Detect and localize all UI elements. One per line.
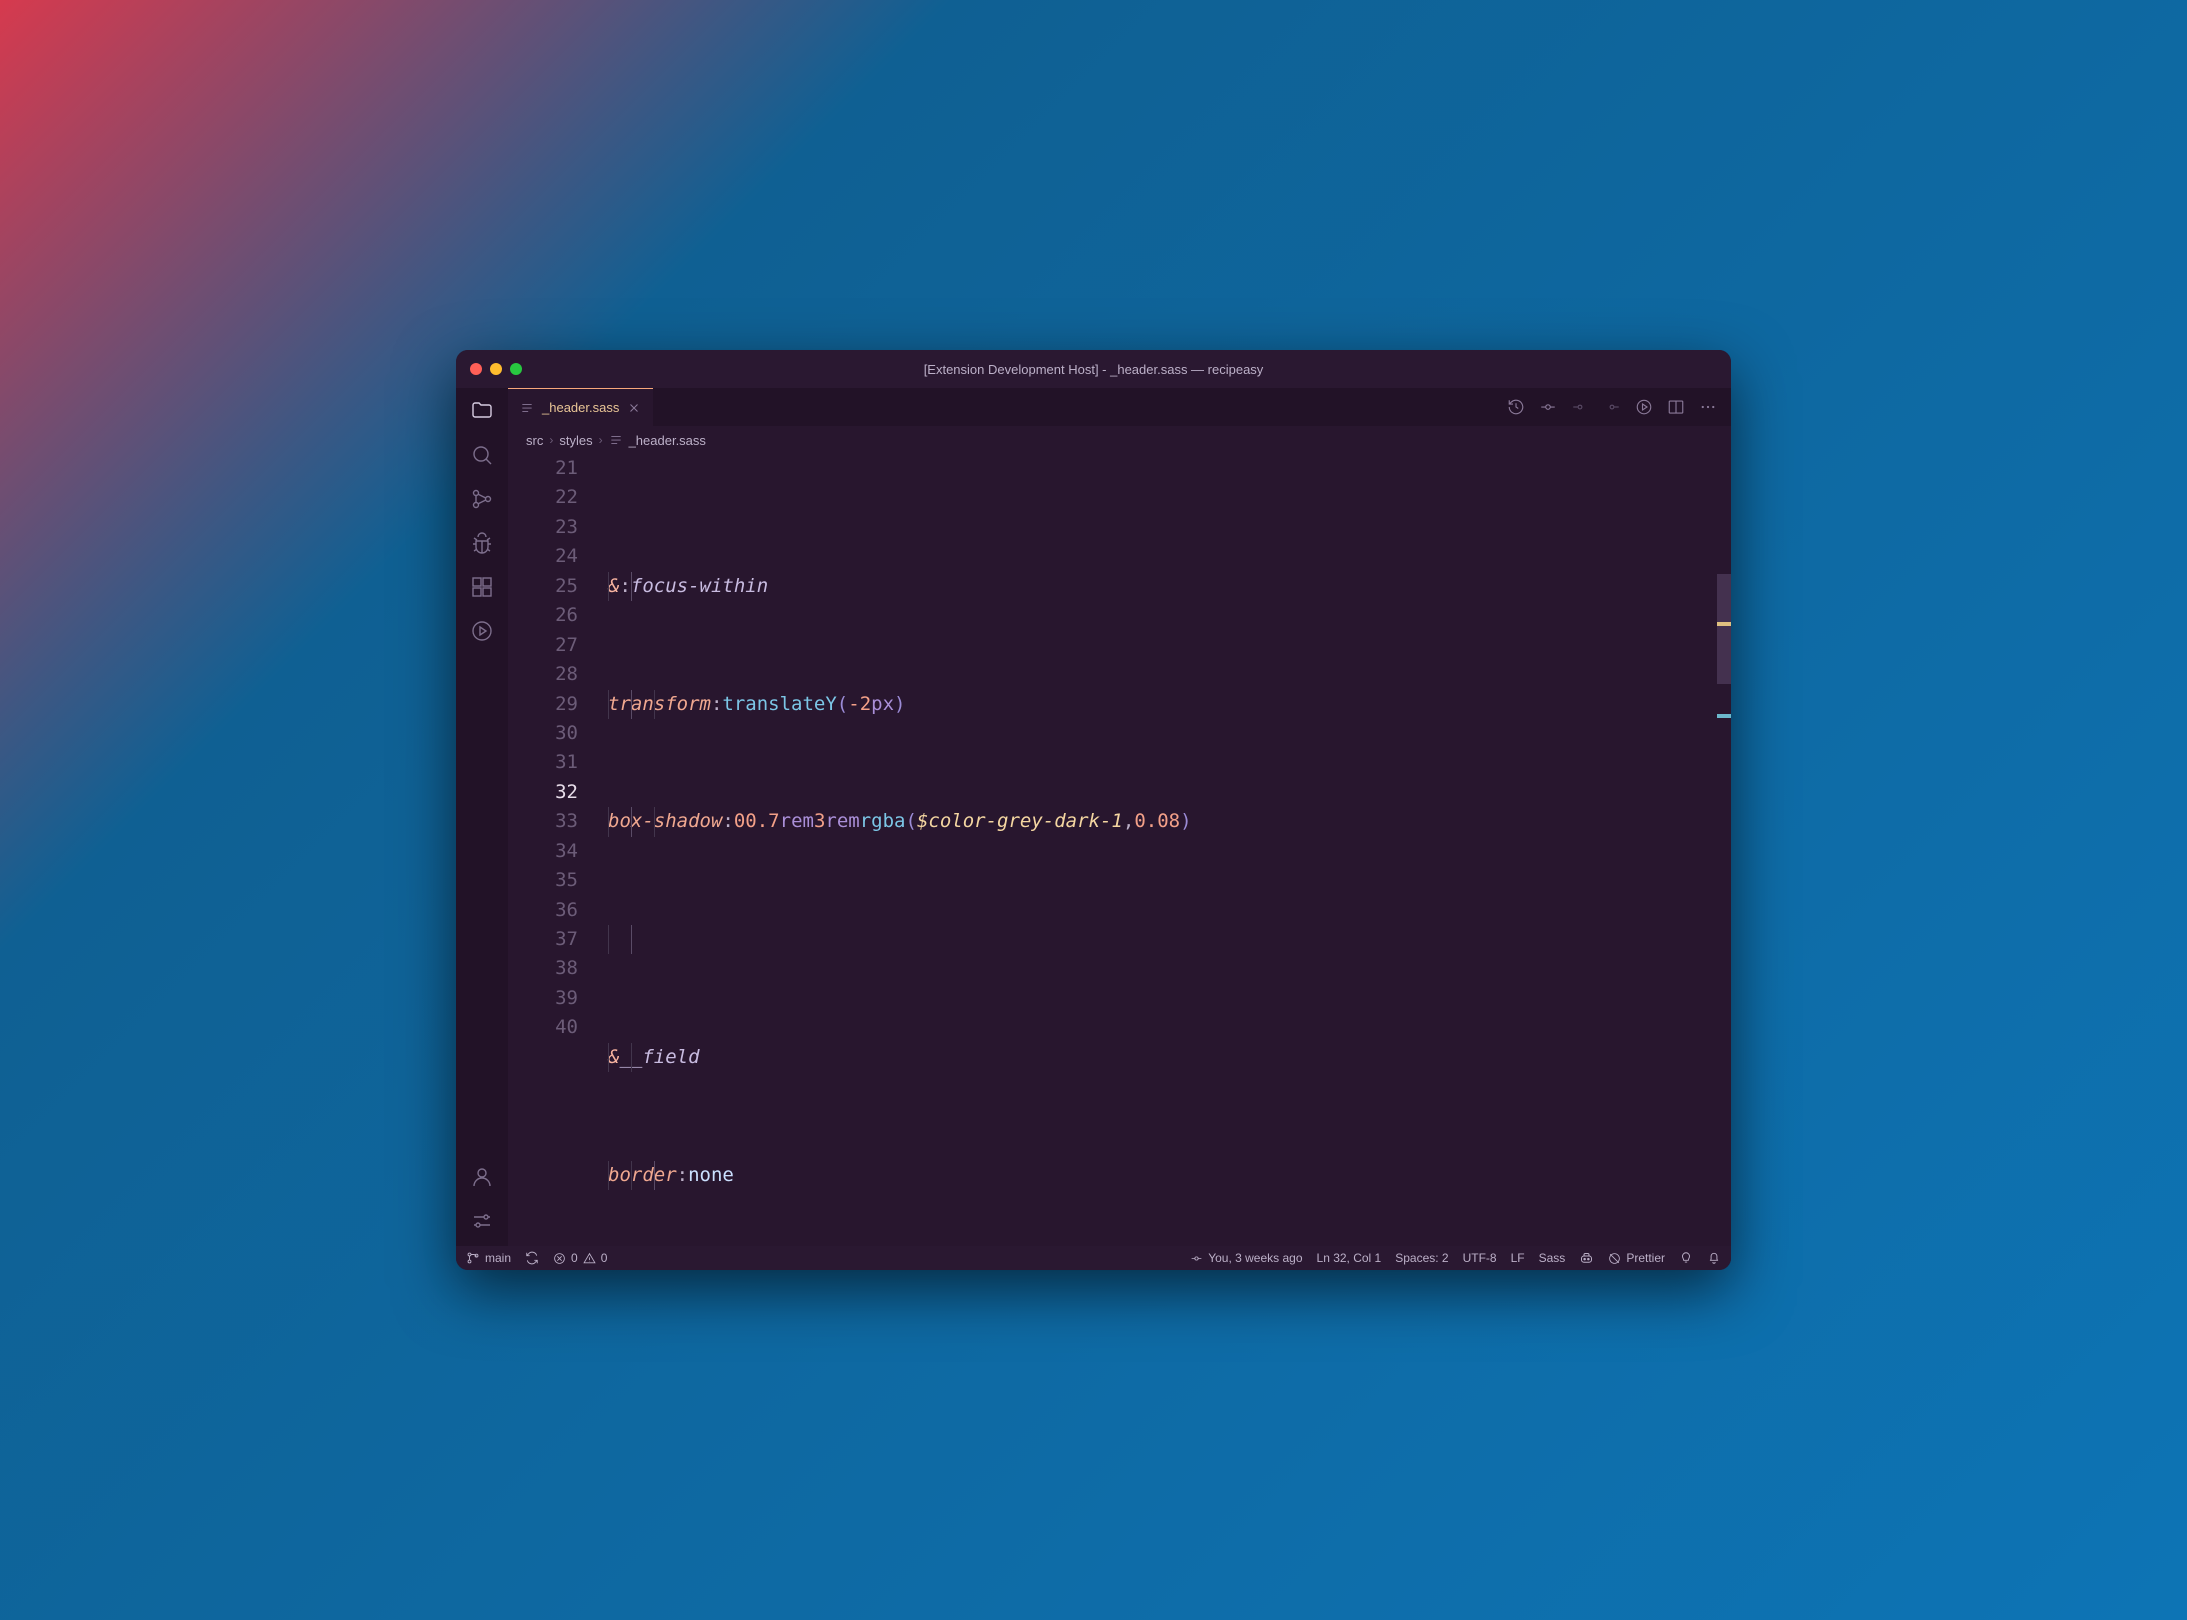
blame-status[interactable]: You, 3 weeks ago [1190,1251,1302,1265]
cursor-position[interactable]: Ln 32, Col 1 [1317,1251,1382,1265]
prev-change-icon[interactable] [1571,398,1589,416]
debug-icon[interactable] [469,530,495,556]
editor-actions [1507,388,1731,426]
tab-bar: _header.sass [508,388,1731,426]
problems-status[interactable]: 0 0 [553,1251,607,1265]
minimize-window-button[interactable] [490,363,502,375]
file-icon [609,433,623,447]
line-gutter: 21222324 25262728 29303132 33343536 3738… [508,454,604,1246]
window-controls [456,363,522,375]
tab-header-sass[interactable]: _header.sass [508,388,653,426]
warning-icon [583,1252,596,1265]
sync-icon [525,1251,539,1265]
chevron-right-icon: › [599,433,603,447]
search-icon[interactable] [469,442,495,468]
copilot-icon [1579,1251,1594,1266]
copilot-status[interactable] [1579,1251,1594,1266]
close-window-button[interactable] [470,363,482,375]
commit-icon [1190,1252,1203,1265]
branch-icon [466,1251,480,1265]
maximize-window-button[interactable] [510,363,522,375]
timeline-icon[interactable] [469,618,495,644]
breadcrumb-part[interactable]: _header.sass [629,433,706,448]
explorer-icon[interactable] [469,398,495,424]
status-bar: main 0 0 You, 3 weeks ago Ln 32, Col 1 S… [456,1246,1731,1270]
split-editor-icon[interactable] [1667,398,1685,416]
history-icon[interactable] [1507,398,1525,416]
indentation-status[interactable]: Spaces: 2 [1395,1251,1448,1265]
git-compare-icon[interactable] [1539,398,1557,416]
breadcrumb[interactable]: src › styles › _header.sass [508,426,1731,454]
code-editor[interactable]: 21222324 25262728 29303132 33343536 3738… [508,454,1731,1246]
code-content[interactable]: &:focus-within transform: translateY(-2p… [604,454,1731,1246]
bell-icon [1707,1251,1721,1265]
extensions-icon[interactable] [469,574,495,600]
eol-status[interactable]: LF [1511,1251,1525,1265]
chevron-right-icon: › [549,433,553,447]
language-status[interactable]: Sass [1539,1251,1566,1265]
breadcrumb-part[interactable]: src [526,433,543,448]
feedback-icon [1679,1251,1693,1265]
vscode-window: [Extension Development Host] - _header.s… [456,350,1731,1270]
settings-icon[interactable] [469,1208,495,1234]
run-icon[interactable] [1635,398,1653,416]
close-icon[interactable] [627,401,641,415]
titlebar: [Extension Development Host] - _header.s… [456,350,1731,388]
window-title: [Extension Development Host] - _header.s… [456,362,1731,377]
activity-bar [456,388,508,1246]
file-icon [520,401,534,415]
source-control-icon[interactable] [469,486,495,512]
editor-group: _header.sass src › [508,388,1731,1246]
sync-status[interactable] [525,1251,539,1265]
formatter-status[interactable]: Prettier [1608,1251,1665,1265]
git-branch-status[interactable]: main [466,1251,511,1265]
overview-ruler[interactable] [1717,454,1731,1246]
feedback-status[interactable] [1679,1251,1693,1265]
error-icon [553,1252,566,1265]
accounts-icon[interactable] [469,1164,495,1190]
notifications-status[interactable] [1707,1251,1721,1265]
more-icon[interactable] [1699,398,1717,416]
tab-label: _header.sass [542,400,619,415]
breadcrumb-part[interactable]: styles [559,433,592,448]
prettier-icon [1608,1252,1621,1265]
next-change-icon[interactable] [1603,398,1621,416]
encoding-status[interactable]: UTF-8 [1463,1251,1497,1265]
